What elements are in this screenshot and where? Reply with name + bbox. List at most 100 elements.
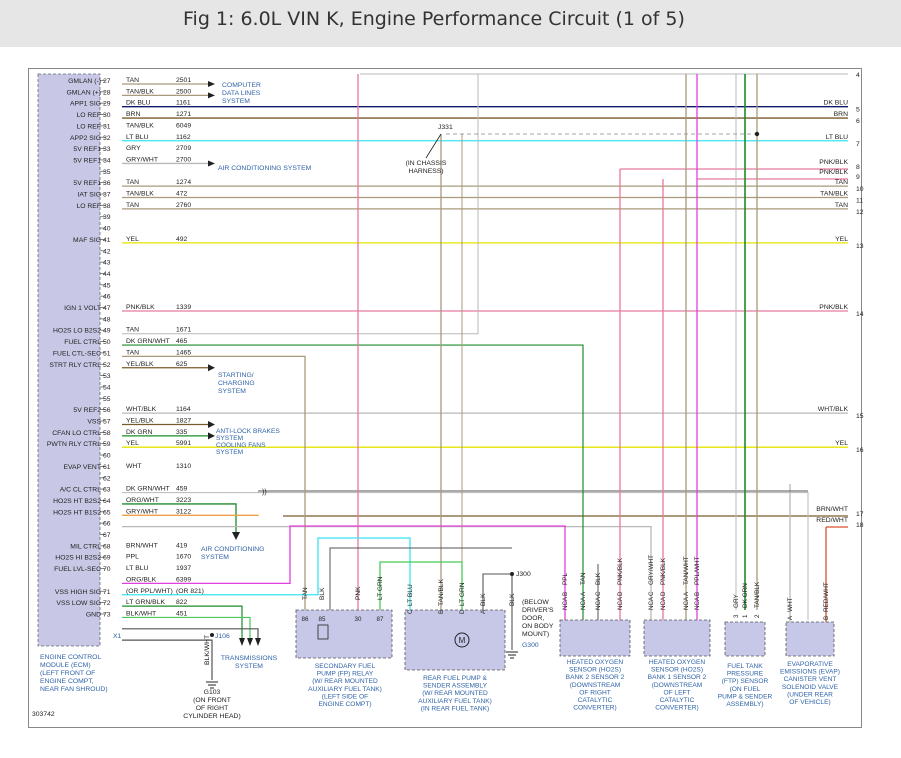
system-label: DATA LINES <box>222 90 261 97</box>
system-label: COMPUTER <box>222 82 261 89</box>
system-label: CHARGING <box>218 380 255 387</box>
ecm-pin-number: 55 <box>103 396 111 403</box>
ecm-pin-number: 37 <box>103 192 111 199</box>
wire-color-label: WHT <box>126 463 141 470</box>
pin-label: C <box>595 591 602 596</box>
ecm-label: NEAR FAN SHROUD) <box>40 686 108 693</box>
system-label: ANTI-LOCK BRAKES <box>216 428 280 435</box>
system-label: SYSTEM <box>222 98 250 105</box>
wire-color-label: WHT/BLK <box>126 406 157 413</box>
wire-color-label: PPL <box>562 572 569 585</box>
circuit-number: 451 <box>176 610 188 617</box>
circuit-number: 2760 <box>176 202 191 209</box>
circuit-number: 822 <box>176 599 188 606</box>
ecm-pin-number: 29 <box>103 101 111 108</box>
ecm-pin-label: HO2S HT B2S2 <box>53 498 101 505</box>
wire-break-icon: )) <box>262 489 267 496</box>
nca-label: NCA <box>660 596 667 610</box>
component-label: SOLENOID VALVE <box>782 684 839 691</box>
system-label: STARTING/ <box>218 372 254 379</box>
leader-line <box>425 133 442 159</box>
component-label: EMISSIONS (EVAP) <box>780 669 840 676</box>
pin-label: B <box>694 592 701 596</box>
ecm-pin-label: IGN 1 VOLT <box>64 305 101 312</box>
system-label: SYSTEM <box>218 388 246 395</box>
wire-color-label: BLK <box>319 587 326 600</box>
arrow-icon <box>208 432 215 440</box>
wire-relay-tan <box>122 355 306 610</box>
wire-color-label: GRY <box>126 145 141 152</box>
ecm-pin-label: PWTN RLY CTRL <box>47 441 101 448</box>
circuit-number: 2500 <box>176 88 191 95</box>
terminal-number: 7 <box>856 141 860 148</box>
ecm-connector-label: X1 <box>113 633 122 640</box>
ecm-pin-number: 28 <box>103 89 111 96</box>
ecm-pin-label: HO2S HI B2S2 <box>55 555 101 562</box>
wire-color-label: TAN/WHT <box>683 556 690 585</box>
terminal-wire-label: PNK/BLK <box>819 169 848 176</box>
ecm-pin-number: 56 <box>103 407 111 414</box>
ecm-pin-number: 72 <box>103 600 111 607</box>
arrow-icon <box>247 638 253 646</box>
wire-color-label: TAN <box>126 77 139 84</box>
wire-lt-grn-relay-pump <box>379 561 463 610</box>
ecm-pin-number: 32 <box>103 135 111 142</box>
splice-dot <box>754 131 760 137</box>
circuit-number: 1465 <box>176 349 191 356</box>
component-label: CONVERTER) <box>655 705 698 712</box>
circuit-number: 1161 <box>176 100 191 107</box>
wiring-diagram: 27GMLAN (-) TAN 250128GMLAN (+) TAN/BLK 2500… <box>32 72 864 720</box>
circuit-number: 6399 <box>176 576 191 583</box>
wire-dk-grn-wht <box>122 344 584 620</box>
arrow-icon <box>208 421 215 428</box>
ecm-pin-number: 51 <box>103 350 111 357</box>
component-label: BANK 1 SENSOR 2 <box>648 674 707 681</box>
ecm-pin-label: LO REF <box>76 123 101 130</box>
terminal-number: 11 <box>856 198 863 205</box>
component-label: ASSEMBLY) <box>726 701 763 708</box>
circuit-number: (OR 821) <box>176 588 204 595</box>
wire-color-label: GRY/WHT <box>126 156 158 163</box>
ecm-pin-number: 66 <box>103 521 111 528</box>
ecm-pin-number: 36 <box>103 180 111 187</box>
component-label: PUMP & SENDER <box>718 693 773 700</box>
ecm-pin-number: 46 <box>103 294 111 301</box>
ecm-pin-number: 68 <box>103 543 111 550</box>
wire-color-label: PPL <box>126 554 139 561</box>
circuit-number: 5991 <box>176 440 191 447</box>
ground-label: (ON FRONT <box>193 697 231 704</box>
ecm-pin-number: 31 <box>103 123 111 130</box>
ecm-pin-number: 38 <box>103 203 111 210</box>
circuit-number: 3122 <box>176 508 191 515</box>
component-label: OF VEHICLE) <box>789 699 830 706</box>
wire-color-label: YEL <box>126 440 139 447</box>
ecm-pin-label: GMLAN (-) <box>68 78 101 85</box>
ecm-pin-label: MIL CTRL <box>70 543 101 550</box>
wire-color-label: LT GRN <box>459 582 466 606</box>
ecm-pin-number: 50 <box>103 339 111 346</box>
component-label: OF RIGHT <box>579 689 611 696</box>
ecm-pin-number: 27 <box>103 78 111 85</box>
ground-label: DRIVER'S <box>522 607 554 614</box>
wire-color-label: RED/WHT <box>823 582 830 612</box>
terminal-wire-label: PNK/BLK <box>819 159 848 166</box>
nca-label: NCA <box>580 596 587 610</box>
ecm-pin-number: 59 <box>103 441 111 448</box>
wire-color-label: GRY/WHT <box>126 508 158 515</box>
terminal-number: 16 <box>856 447 864 454</box>
terminal-wire-label: RED/WHT <box>816 517 848 524</box>
wire-color-label: ORG/WHT <box>126 497 159 504</box>
pin-label: 30 <box>355 616 362 623</box>
circuit-number: 465 <box>176 338 188 345</box>
splice-note: HARNESS) <box>408 168 443 175</box>
terminal-number: 12 <box>856 209 864 216</box>
ecm-pin-number: 39 <box>103 214 111 221</box>
ecm-pin-label: VSS HIGH SIG <box>55 589 101 596</box>
circuit-number: 2501 <box>176 77 191 84</box>
ecm-pin-label: 5V REF2 <box>73 407 101 414</box>
component-label: AUXILIARY FUEL TANK) <box>418 698 492 705</box>
system-label: SYSTEM <box>216 435 243 442</box>
circuit-number: 3223 <box>176 497 191 504</box>
terminal-wire-label: PNK/BLK <box>819 304 848 311</box>
terminal-wire-label: TAN/BLK <box>820 191 848 198</box>
